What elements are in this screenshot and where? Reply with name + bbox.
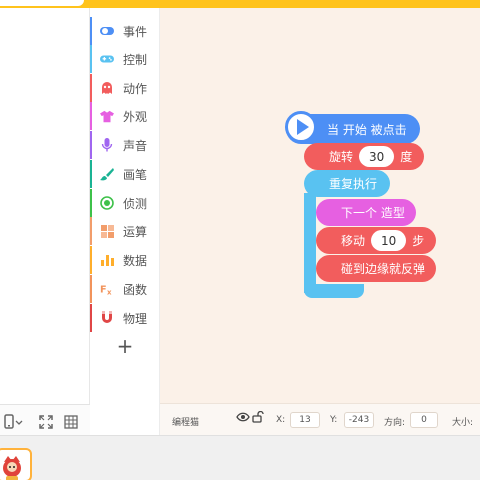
block-category-palette: 事件 控制 动作 外观 声音 画笔 侦测 运算 数据 F x 函数 物理 + xyxy=(90,8,160,435)
category-label: 事件 xyxy=(123,25,148,39)
block-text: 旋转 xyxy=(329,150,354,164)
category-label: 声音 xyxy=(123,139,148,153)
script-workspace[interactable]: 当 开始 被点击 旋转 30 度 重复执行 下一个 造型 移动 10 步 碰到边… xyxy=(160,8,480,435)
svg-text:x: x xyxy=(107,288,112,296)
bar-chart-icon xyxy=(100,253,114,267)
block-text: 移动 xyxy=(341,234,366,248)
function-icon: Fx xyxy=(100,282,114,297)
block-text: 步 xyxy=(412,234,425,248)
add-category-button[interactable]: + xyxy=(115,336,135,357)
category-operators[interactable]: 运算 xyxy=(90,217,160,245)
x-label: X: xyxy=(276,415,286,425)
rotate-value-input[interactable]: 30 xyxy=(359,146,395,167)
category-bar xyxy=(90,131,92,159)
device-select-icon[interactable] xyxy=(2,411,24,433)
category-bar xyxy=(90,189,92,217)
lock-icon[interactable] xyxy=(252,410,264,426)
calculator-icon xyxy=(100,224,114,238)
sprite-status-bar: 编程猫 X: 13 Y: -243 方向: 0 大小: xyxy=(160,403,480,435)
block-text: 当 开始 被点击 xyxy=(327,122,407,137)
repeat-forever-block[interactable]: 重复执行 xyxy=(304,170,390,197)
shirt-icon xyxy=(100,109,114,123)
category-bar xyxy=(90,17,92,45)
y-input[interactable]: -243 xyxy=(344,412,374,428)
sprite-name: 编程猫 xyxy=(172,418,200,428)
category-bar xyxy=(90,160,92,188)
top-tab[interactable] xyxy=(0,0,84,6)
bounce-on-edge-block[interactable]: 碰到边缘就反弹 xyxy=(316,255,436,282)
move-block[interactable]: 移动 10 步 xyxy=(316,227,436,254)
microphone-icon xyxy=(100,138,114,152)
rotate-block[interactable]: 旋转 30 度 xyxy=(304,143,424,170)
category-bar xyxy=(90,275,92,303)
category-events[interactable]: 事件 xyxy=(90,17,160,45)
block-text: 度 xyxy=(400,150,413,164)
category-sound[interactable]: 声音 xyxy=(90,131,160,159)
category-label: 外观 xyxy=(123,110,148,124)
brush-icon xyxy=(100,167,114,181)
category-label: 运算 xyxy=(123,225,148,239)
category-label: 侦测 xyxy=(123,197,148,211)
category-pen[interactable]: 画笔 xyxy=(90,160,160,188)
direction-input[interactable]: 0 xyxy=(410,412,438,428)
magnet-icon xyxy=(100,311,114,325)
y-label: Y: xyxy=(330,415,338,425)
eye-icon[interactable] xyxy=(236,411,250,426)
grid-icon[interactable] xyxy=(60,411,82,433)
stage-panel[interactable] xyxy=(0,8,90,438)
block-text: 重复执行 xyxy=(329,177,378,191)
when-start-clicked-block[interactable]: 当 开始 被点击 xyxy=(285,111,420,144)
category-label: 函数 xyxy=(123,283,148,297)
sprite-list xyxy=(0,435,480,480)
category-bar xyxy=(90,304,92,332)
move-value-input[interactable]: 10 xyxy=(371,230,407,251)
gamepad-icon xyxy=(100,52,114,66)
x-input[interactable]: 13 xyxy=(290,412,320,428)
category-functions[interactable]: Fx 函数 xyxy=(90,275,160,303)
stage-toolbar xyxy=(0,404,90,438)
repeat-arm xyxy=(304,193,316,293)
category-bar xyxy=(90,246,92,274)
category-label: 物理 xyxy=(123,312,148,326)
size-label: 大小: xyxy=(452,418,474,428)
repeat-foot xyxy=(304,284,364,298)
ghost-icon xyxy=(100,81,114,95)
sprite-thumbnail[interactable] xyxy=(0,448,32,480)
radar-icon xyxy=(100,196,114,210)
category-bar xyxy=(90,217,92,245)
category-bar xyxy=(90,45,92,73)
category-label: 动作 xyxy=(123,82,148,96)
block-text: 碰到边缘就反弹 xyxy=(341,262,426,276)
next-costume-block[interactable]: 下一个 造型 xyxy=(316,199,416,226)
category-label: 控制 xyxy=(123,53,148,67)
toggle-icon xyxy=(100,24,114,38)
category-label: 画笔 xyxy=(123,168,148,182)
play-icon xyxy=(285,111,317,143)
category-looks[interactable]: 外观 xyxy=(90,102,160,130)
category-label: 数据 xyxy=(123,254,148,268)
svg-text:F: F xyxy=(100,285,107,296)
direction-label: 方向: xyxy=(384,418,406,428)
category-control[interactable]: 控制 xyxy=(90,45,160,73)
fullscreen-icon[interactable] xyxy=(35,411,57,433)
block-text: 下一个 造型 xyxy=(341,206,405,220)
category-bar xyxy=(90,74,92,102)
top-bar xyxy=(0,0,480,8)
category-data[interactable]: 数据 xyxy=(90,246,160,274)
category-sensing[interactable]: 侦测 xyxy=(90,189,160,217)
category-bar xyxy=(90,102,92,130)
category-physics[interactable]: 物理 xyxy=(90,304,160,332)
category-motion[interactable]: 动作 xyxy=(90,74,160,102)
